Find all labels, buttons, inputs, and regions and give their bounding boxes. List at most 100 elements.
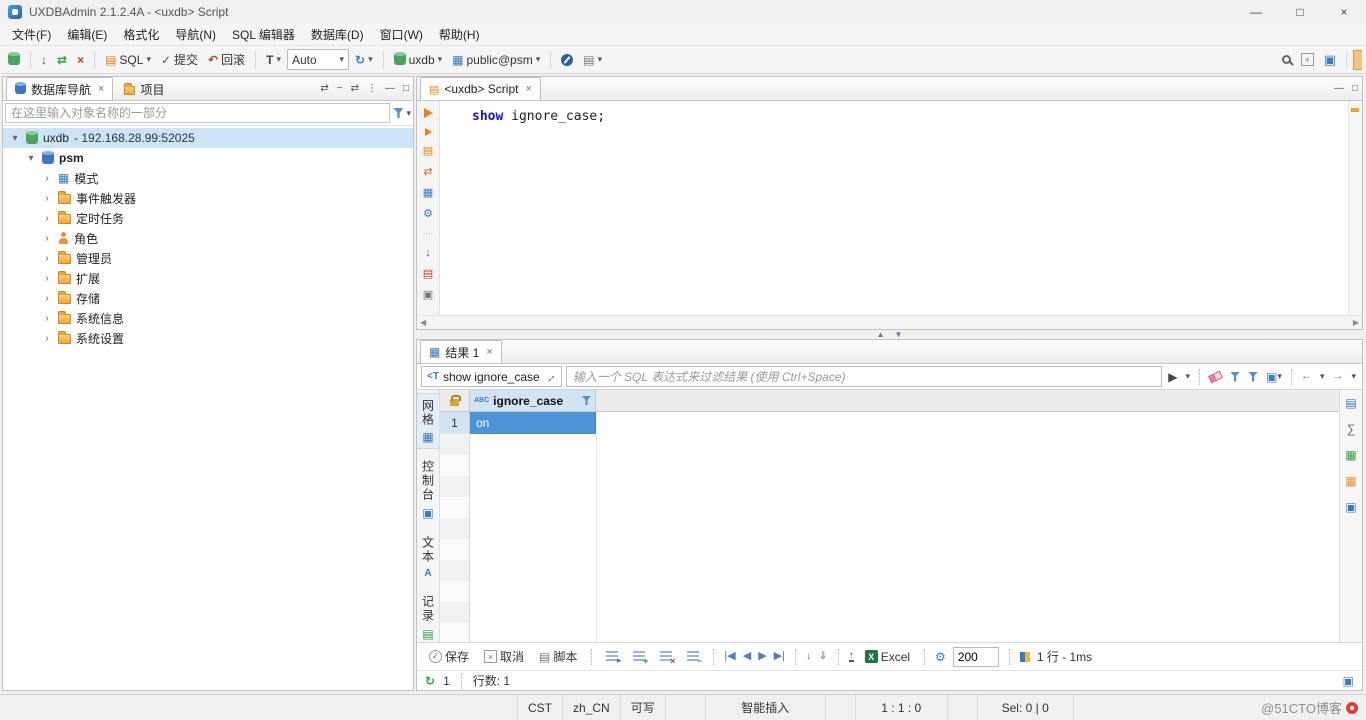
export-resultset-button[interactable]: ↑ bbox=[849, 651, 854, 662]
notifications-icon[interactable]: ▣ bbox=[1343, 674, 1354, 688]
object-filter-input[interactable] bbox=[5, 103, 390, 123]
close-icon[interactable]: × bbox=[486, 346, 492, 358]
result-filter-input[interactable] bbox=[566, 366, 1163, 387]
sql-perspective-button[interactable]: ▣ bbox=[1320, 50, 1340, 70]
filter-history-button[interactable]: ▾ bbox=[1184, 371, 1193, 382]
minimize-button[interactable]: — bbox=[1234, 0, 1278, 24]
layout-button[interactable]: ▤ ▾ bbox=[579, 51, 606, 69]
nav-forward-button[interactable]: → bbox=[1330, 371, 1345, 382]
value-viewer-panel-icon[interactable]: ▤ bbox=[1345, 396, 1356, 410]
menu-sql-editor[interactable]: SQL 编辑器 bbox=[224, 24, 303, 45]
export-data-button[interactable]: ↓ bbox=[425, 248, 431, 259]
tree-node-roles[interactable]: › 角色 bbox=[3, 228, 413, 248]
menu-database[interactable]: 数据库(D) bbox=[303, 24, 372, 45]
scroll-left-icon[interactable]: ◀ bbox=[420, 318, 426, 327]
editor-settings-button[interactable]: ⚙ bbox=[423, 209, 433, 220]
result-settings-button[interactable]: ⚙ bbox=[935, 650, 946, 664]
tree-node-system-settings[interactable]: › 系统设置 bbox=[3, 328, 413, 348]
tree-node-system-info[interactable]: › 系统信息 bbox=[3, 308, 413, 328]
presentation-tab-console[interactable]: 控制台 ▣ bbox=[417, 455, 439, 525]
minimize-view-button[interactable]: — bbox=[1330, 83, 1348, 94]
save-file-button[interactable]: ▤ bbox=[423, 269, 433, 280]
rollback-button[interactable]: ↶ 回滚 bbox=[204, 49, 249, 70]
schema-select[interactable]: ▦ public@psm ▾ bbox=[448, 51, 544, 69]
menu-help[interactable]: 帮助(H) bbox=[431, 24, 488, 45]
execute-new-tab-button[interactable] bbox=[425, 128, 432, 136]
explain-plan-button[interactable]: ⇄ bbox=[423, 167, 432, 178]
tab-projects[interactable]: 项目 bbox=[115, 77, 173, 100]
calc-panel-icon[interactable]: ∑ bbox=[1347, 422, 1356, 436]
abort-button[interactable]: × bbox=[73, 51, 88, 69]
sync-button[interactable]: ⇄ bbox=[53, 51, 71, 69]
expander-icon[interactable]: › bbox=[41, 233, 53, 244]
scroll-right-icon[interactable]: ▶ bbox=[1353, 318, 1359, 327]
save-filter-button[interactable] bbox=[1246, 372, 1260, 382]
panels-button[interactable]: ▣ ▾ bbox=[1264, 370, 1284, 384]
tree-node-database[interactable]: ▾ psm bbox=[3, 148, 413, 168]
refresh-button[interactable]: ↻ ▾ bbox=[351, 51, 377, 69]
view-menu-button[interactable]: ⋮ bbox=[363, 83, 381, 94]
fetch-all-rows-button[interactable]: ⇓ bbox=[818, 651, 827, 662]
editor-results-sash[interactable]: ▲ ▼ bbox=[416, 330, 1363, 339]
collapse-all-button[interactable]: − bbox=[333, 83, 347, 94]
menu-edit[interactable]: 编辑(E) bbox=[59, 24, 115, 45]
menu-window[interactable]: 窗口(W) bbox=[372, 24, 431, 45]
cancel-data-button[interactable]: × 取消 bbox=[480, 646, 528, 667]
search-button[interactable] bbox=[1278, 53, 1295, 66]
query-grid-button[interactable]: ▦ bbox=[423, 188, 433, 199]
expander-icon[interactable]: › bbox=[41, 173, 53, 184]
execute-statement-button[interactable] bbox=[424, 108, 433, 118]
expander-icon[interactable]: › bbox=[41, 313, 53, 324]
grouping-panel-icon[interactable]: ▦ bbox=[1345, 474, 1356, 488]
expander-icon[interactable]: › bbox=[41, 273, 53, 284]
tree-node-extensions[interactable]: › 扩展 bbox=[3, 268, 413, 288]
tab-results-1[interactable]: ▦ 结果 1 × bbox=[420, 340, 502, 363]
refresh-view-button[interactable]: ⇄ bbox=[347, 83, 363, 94]
chevron-down-icon[interactable]: ▾ bbox=[406, 108, 411, 119]
menu-navigate[interactable]: 导航(N) bbox=[167, 24, 224, 45]
more-tools-button[interactable]: ···· bbox=[423, 230, 434, 238]
row-number-cell[interactable]: 1 bbox=[440, 412, 470, 434]
metadata-panel-icon[interactable]: ▦ bbox=[1345, 448, 1356, 462]
close-icon[interactable]: × bbox=[98, 83, 104, 95]
result-grid[interactable]: ABC ignore_case 1 on bbox=[440, 390, 1339, 642]
presentation-tab-text[interactable]: 文本 A bbox=[417, 531, 439, 584]
next-row-button[interactable]: ▶ bbox=[758, 651, 766, 662]
save-data-button[interactable]: ✓ 保存 bbox=[425, 646, 473, 667]
expander-icon[interactable]: › bbox=[41, 253, 53, 264]
expand-icon[interactable]: ↔ bbox=[540, 367, 558, 385]
collapse-up-icon[interactable]: ▲ bbox=[877, 330, 885, 339]
grid-corner-cell[interactable] bbox=[440, 390, 470, 412]
minimize-view-button[interactable]: — bbox=[381, 83, 399, 94]
expander-icon[interactable]: › bbox=[41, 193, 53, 204]
expander-icon[interactable]: ▾ bbox=[9, 133, 21, 144]
column-filter-icon[interactable] bbox=[582, 396, 591, 405]
cell-ignore-case-value[interactable]: on bbox=[470, 412, 596, 434]
execute-script-button[interactable]: ▤ bbox=[423, 146, 433, 157]
apply-filter-button[interactable]: ▶ bbox=[1166, 370, 1179, 384]
open-perspective-button[interactable]: + bbox=[1297, 51, 1318, 68]
expander-icon[interactable]: › bbox=[41, 213, 53, 224]
last-row-button[interactable]: ▶| bbox=[774, 651, 785, 662]
nav-back-button[interactable]: ← bbox=[1299, 371, 1314, 382]
filter-reference[interactable]: <T show ignore_case ↔ bbox=[421, 366, 562, 387]
filter-funnel-icon[interactable] bbox=[393, 108, 403, 118]
nav-forward-menu[interactable]: ▾ bbox=[1349, 371, 1358, 382]
tree-node-administrators[interactable]: › 管理员 bbox=[3, 248, 413, 268]
references-panel-icon[interactable]: ▣ bbox=[1345, 500, 1356, 514]
perspective-bar-edge[interactable] bbox=[1353, 50, 1362, 70]
transaction-mode-select[interactable]: Auto ▾ bbox=[287, 49, 349, 70]
presentation-tab-grid[interactable]: 网格 ▦ bbox=[417, 393, 439, 449]
grid-row-1[interactable]: 1 on bbox=[440, 412, 1339, 434]
collapse-down-icon[interactable]: ▼ bbox=[895, 330, 903, 339]
download-button[interactable]: ↓ bbox=[37, 51, 51, 69]
expander-icon[interactable]: ▾ bbox=[25, 153, 37, 164]
menu-format[interactable]: 格式化 bbox=[115, 24, 167, 45]
delete-row-button[interactable]: × bbox=[656, 649, 676, 664]
maximize-button[interactable]: □ bbox=[1278, 0, 1322, 24]
tree-node-storage[interactable]: › 存储 bbox=[3, 288, 413, 308]
open-file-button[interactable]: ▣ bbox=[423, 290, 433, 301]
previous-row-button[interactable]: ◀ bbox=[743, 651, 751, 662]
sql-editor-button[interactable]: ▤ SQL ▾ bbox=[101, 51, 155, 69]
maximize-view-button[interactable]: □ bbox=[1348, 83, 1362, 94]
